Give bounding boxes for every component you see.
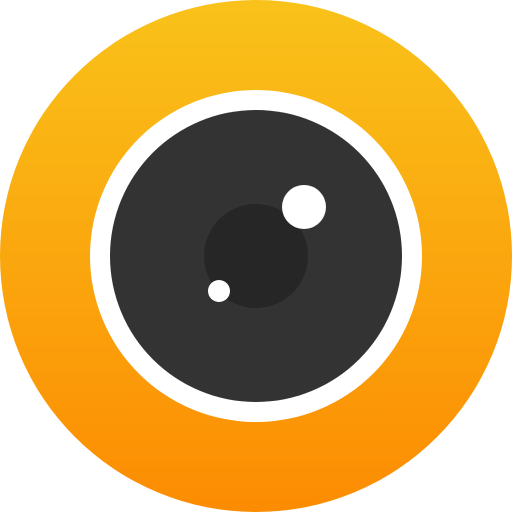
camera-lens-icon — [0, 0, 512, 512]
lens-highlight-large — [282, 185, 326, 229]
lens-highlight-small — [208, 280, 230, 302]
app-icon — [0, 0, 512, 512]
